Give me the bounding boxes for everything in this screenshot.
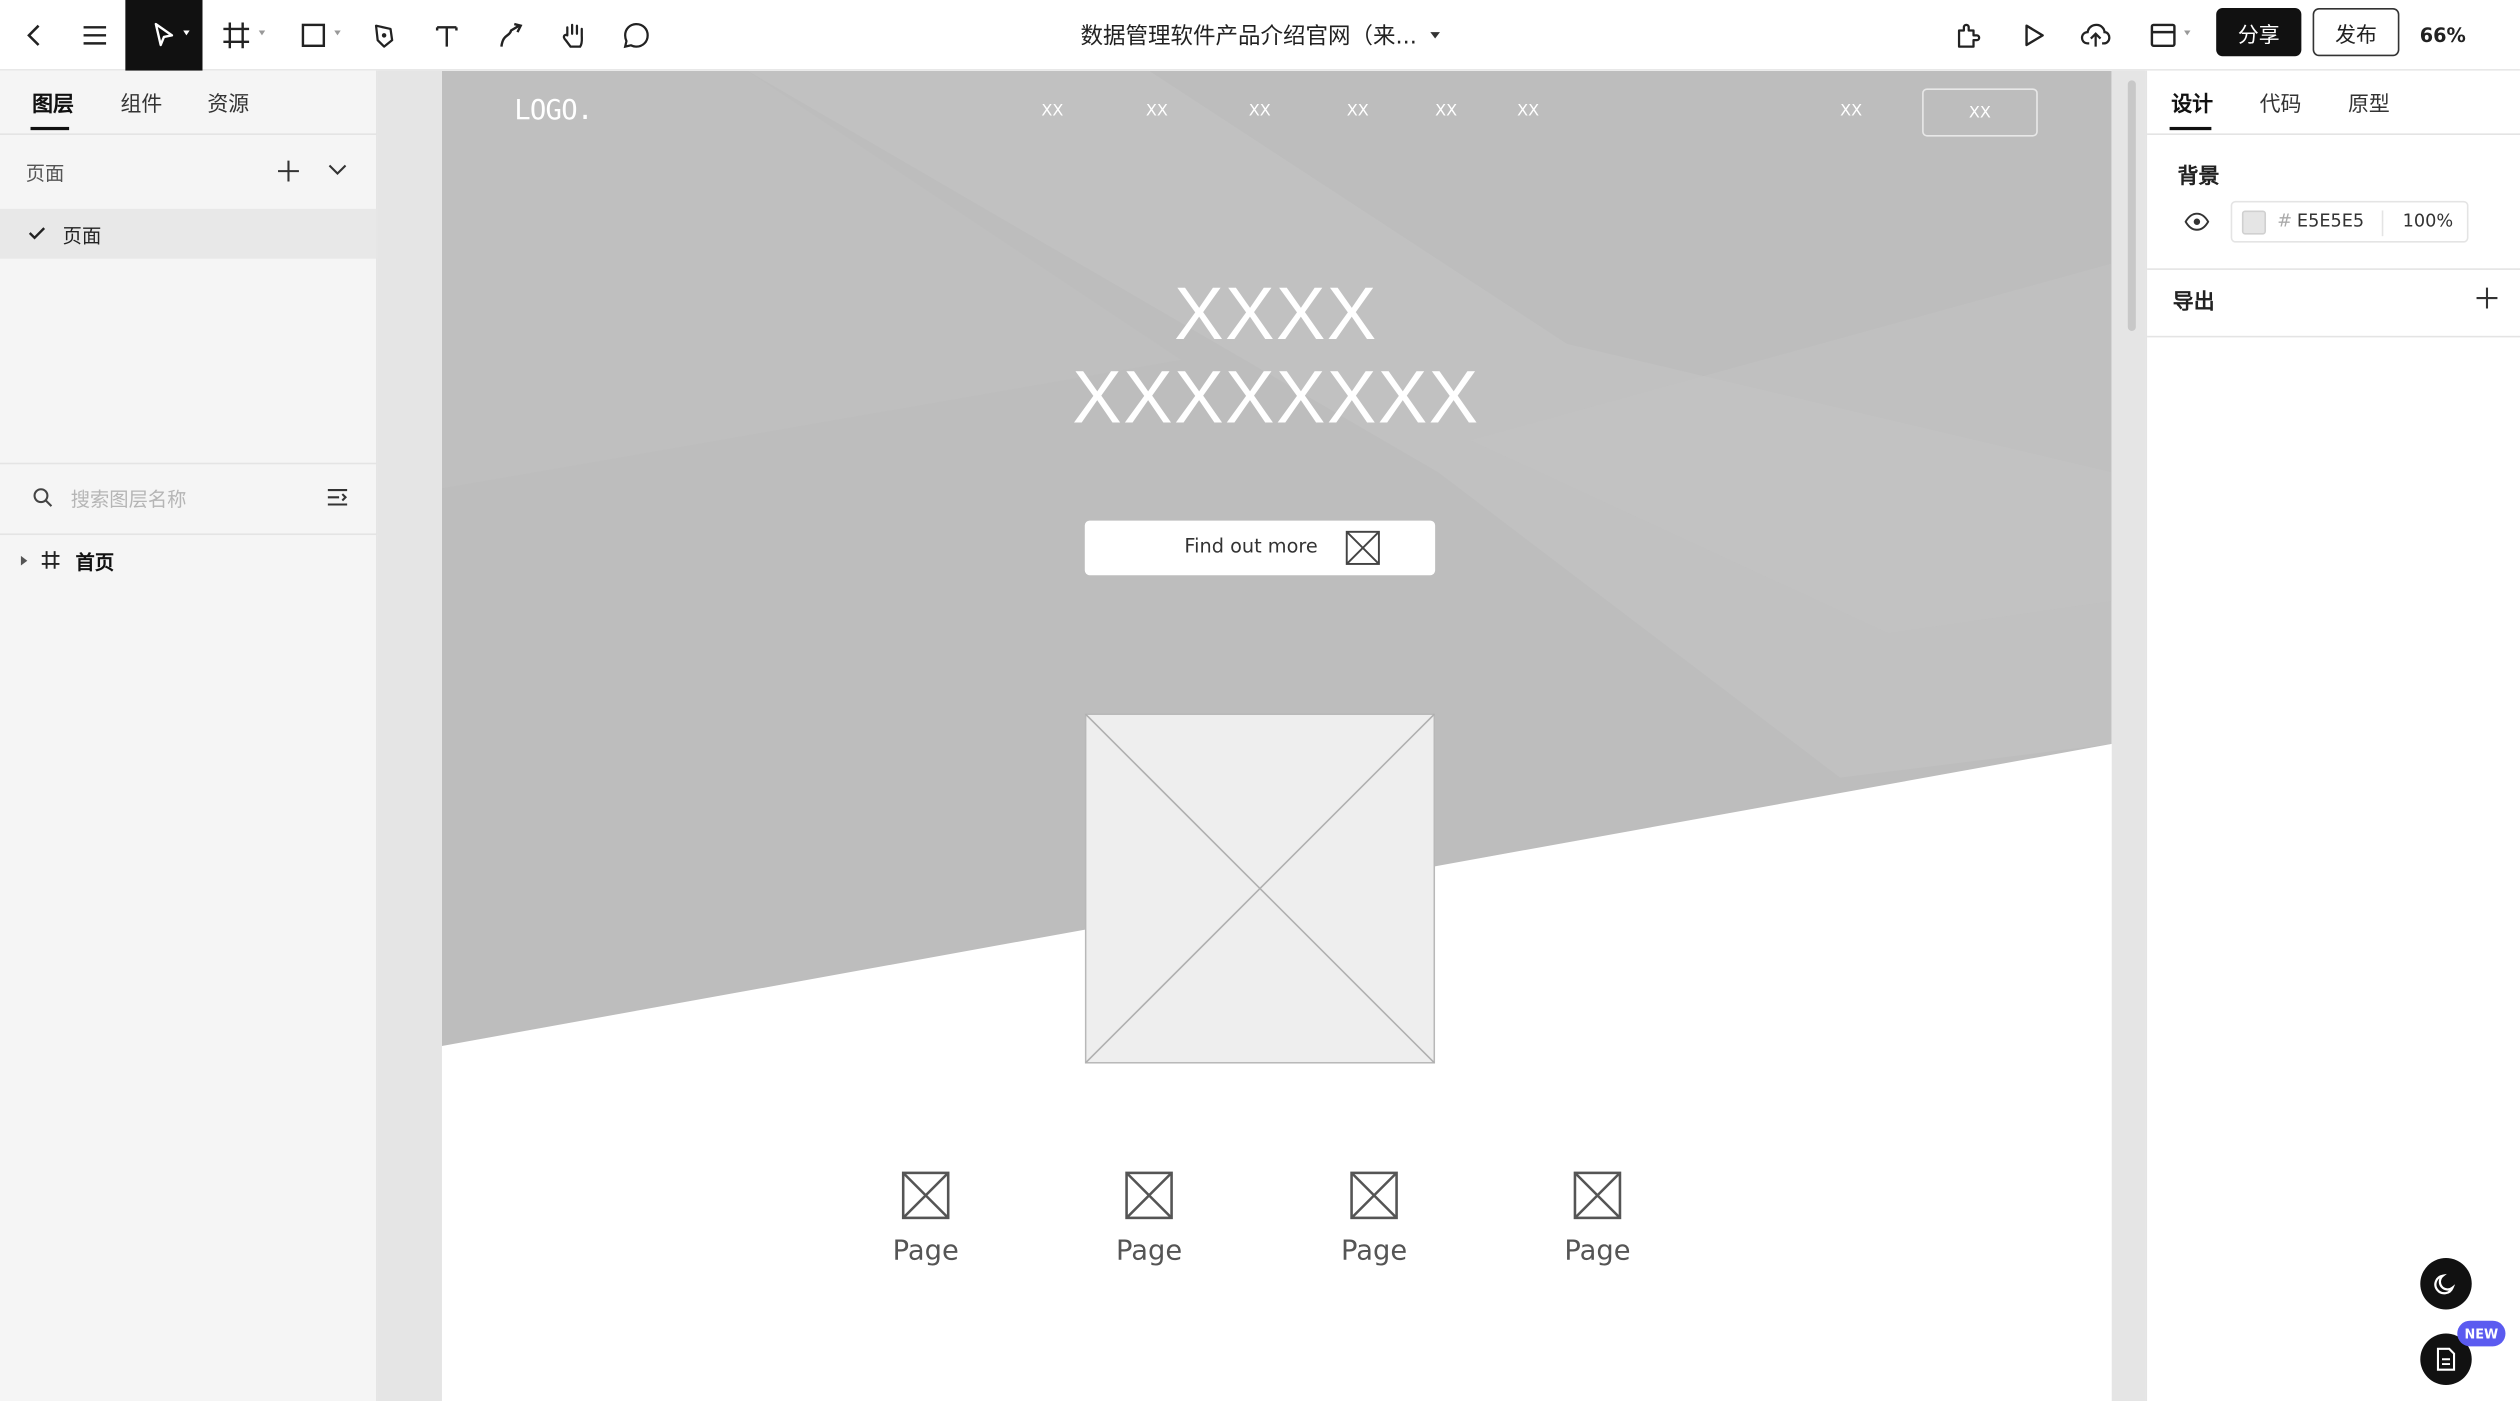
page-item-label: 页面 <box>62 224 102 248</box>
active-tab-indicator <box>2169 126 2212 131</box>
nav-item: XX <box>1041 102 1064 121</box>
tab-code[interactable]: 代码 <box>2260 87 2302 117</box>
tab-layers[interactable]: 图层 <box>32 87 74 117</box>
moon-icon <box>2434 1273 2456 1295</box>
text-icon[interactable] <box>431 0 463 71</box>
page-card-icon <box>901 1171 950 1220</box>
hero-title-line1: XXXX <box>1174 271 1378 356</box>
design-frame[interactable]: LOGO. XX XX XX XX XX XX XX XX XXXX XXXXX… <box>441 70 2112 1401</box>
chevron-down-icon[interactable] <box>334 30 341 36</box>
hero-title-line2: XXXXXXXX <box>1072 355 1480 439</box>
image-placeholder-icon <box>1345 530 1380 565</box>
layer-row[interactable]: 首页 <box>0 543 376 578</box>
background-hex[interactable]: E5E5E5 <box>2297 210 2364 231</box>
nav-item: XX <box>1145 102 1168 121</box>
document-icon <box>2436 1347 2456 1371</box>
nav-item: XX <box>1840 102 1863 121</box>
layout-icon[interactable] <box>2147 0 2179 71</box>
play-icon[interactable] <box>2015 0 2050 71</box>
background-color-field[interactable]: # E5E5E5 100% <box>2230 200 2469 243</box>
nav-button: XX <box>1922 88 2038 137</box>
right-panel: 设计 代码 原型 背景 # E5E5E5 100% 导出 <box>2145 70 2520 1401</box>
add-page-icon[interactable] <box>276 159 300 183</box>
color-swatch[interactable] <box>2241 210 2267 235</box>
frame-icon <box>41 551 60 569</box>
pointer-icon <box>154 22 174 47</box>
divider <box>2147 335 2520 338</box>
comment-icon[interactable] <box>619 0 654 71</box>
add-export-icon[interactable] <box>2475 286 2499 310</box>
tab-components[interactable]: 组件 <box>121 87 163 117</box>
page-card-label: Page <box>1340 1235 1408 1268</box>
tab-design[interactable]: 设计 <box>2171 87 2213 117</box>
background-label: 背景 <box>2177 165 2220 190</box>
divider <box>0 462 378 465</box>
new-badge: NEW <box>2457 1320 2506 1347</box>
divider <box>2147 268 2520 270</box>
theme-toggle-button[interactable] <box>2420 1258 2472 1310</box>
top-toolbar: 数据管理软件产品介绍官网（来... 分享 发布 66% <box>0 0 2520 71</box>
frame-icon[interactable] <box>219 0 254 71</box>
canvas-scrollbar[interactable] <box>2127 80 2136 331</box>
document-title[interactable]: 数据管理软件产品介绍官网（来... <box>964 0 1555 71</box>
export-label: 导出 <box>2172 290 2215 315</box>
layer-search-input[interactable]: 搜索图层名称 <box>71 485 187 512</box>
connector-icon[interactable] <box>493 0 528 71</box>
page-card-label: Page <box>892 1235 959 1268</box>
back-icon[interactable] <box>13 0 55 71</box>
filter-icon[interactable] <box>326 487 348 508</box>
menu-icon[interactable] <box>74 0 116 71</box>
pages-header: 页面 <box>25 162 65 185</box>
page-item[interactable]: 页面 <box>0 208 377 259</box>
pointer-tool-button[interactable] <box>125 0 203 71</box>
chevron-down-icon[interactable] <box>326 162 348 178</box>
pen-icon[interactable] <box>366 0 401 71</box>
image-placeholder <box>1084 713 1436 1064</box>
plugin-icon[interactable] <box>1951 0 1986 71</box>
rectangle-icon[interactable] <box>297 0 329 71</box>
check-icon <box>28 227 46 240</box>
nav-item: XX <box>1248 102 1271 121</box>
publish-button[interactable]: 发布 <box>2312 8 2400 57</box>
site-logo: LOGO. <box>514 94 593 127</box>
active-tab-indicator <box>30 126 70 131</box>
nav-item: XX <box>1435 102 1458 121</box>
cta-label: Find out more <box>1184 535 1318 558</box>
page-card-label: Page <box>1564 1235 1631 1268</box>
eye-icon[interactable] <box>2184 212 2210 231</box>
divider <box>0 133 378 135</box>
layer-name: 首页 <box>75 551 115 574</box>
page-card-label: Page <box>1116 1235 1183 1268</box>
hand-icon[interactable] <box>556 0 591 71</box>
nav-item: XX <box>1346 102 1369 121</box>
chevron-down-icon[interactable] <box>258 30 266 36</box>
share-button[interactable]: 分享 <box>2216 8 2302 57</box>
divider <box>0 533 378 536</box>
left-panel: 图层 组件 资源 页面 页面 搜索图层名称 首页 <box>0 70 378 1401</box>
zoom-level[interactable]: 66% <box>2411 0 2475 71</box>
page-card-icon <box>1350 1171 1398 1220</box>
divider <box>2381 210 2384 237</box>
find-out-more-button: Find out more <box>1084 520 1436 576</box>
cloud-upload-icon[interactable] <box>2076 0 2115 71</box>
tab-prototype[interactable]: 原型 <box>2348 87 2390 117</box>
search-icon <box>33 488 53 507</box>
page-card-icon <box>1573 1171 1622 1220</box>
expand-icon[interactable] <box>20 555 28 566</box>
tab-assets[interactable]: 资源 <box>207 87 249 117</box>
chevron-down-icon <box>1429 32 1440 39</box>
chevron-down-icon[interactable] <box>2184 30 2191 36</box>
page-card-icon <box>1125 1171 1173 1220</box>
background-opacity[interactable]: 100% <box>2403 210 2454 231</box>
nav-item: XX <box>1517 102 1540 121</box>
divider <box>2147 133 2520 135</box>
